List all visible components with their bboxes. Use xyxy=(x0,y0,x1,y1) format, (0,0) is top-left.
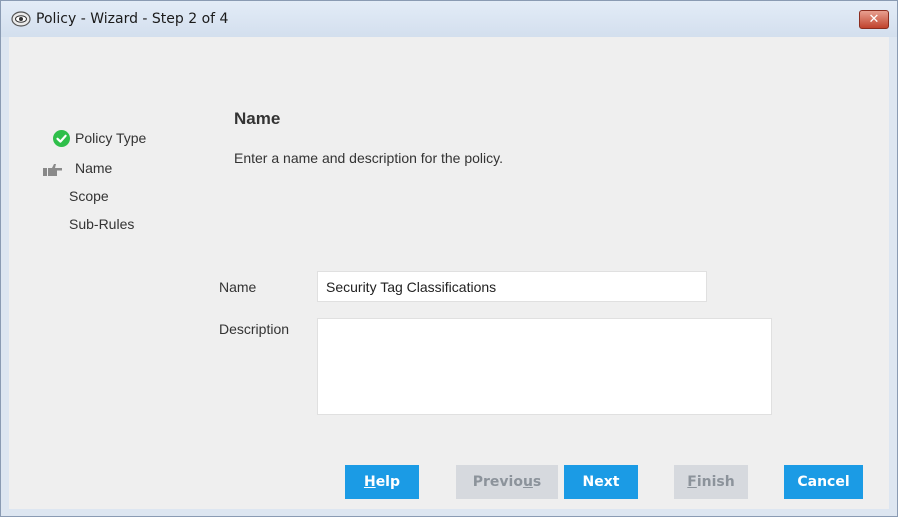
step-label: Policy Type xyxy=(75,130,147,146)
pointing-hand-icon xyxy=(43,161,63,176)
description-label: Description xyxy=(219,321,290,337)
finish-button[interactable]: Finish xyxy=(674,465,748,499)
step-label: Sub-Rules xyxy=(69,216,135,232)
step-label: Name xyxy=(75,160,113,176)
step-label: Scope xyxy=(69,188,109,204)
previous-button[interactable]: Previous xyxy=(456,465,558,499)
check-circle-icon xyxy=(53,130,70,147)
help-button[interactable]: Help xyxy=(345,465,419,499)
name-field[interactable] xyxy=(317,271,707,302)
wizard-content: Policy Type Name Scope Sub-Rules Name En… xyxy=(9,37,889,509)
name-label: Name xyxy=(219,279,257,295)
description-field[interactable] xyxy=(317,318,772,415)
wizard-window: Policy - Wizard - Step 2 of 4 ✕ Policy T… xyxy=(0,0,898,517)
instructions-text: Enter a name and description for the pol… xyxy=(234,150,504,166)
eye-app-icon xyxy=(11,11,31,27)
cancel-button[interactable]: Cancel xyxy=(784,465,863,499)
title-bar: Policy - Wizard - Step 2 of 4 ✕ xyxy=(1,1,897,37)
close-button[interactable]: ✕ xyxy=(859,10,889,29)
window-title: Policy - Wizard - Step 2 of 4 xyxy=(36,11,229,27)
page-heading: Name xyxy=(234,109,281,128)
next-button[interactable]: Next xyxy=(564,465,638,499)
